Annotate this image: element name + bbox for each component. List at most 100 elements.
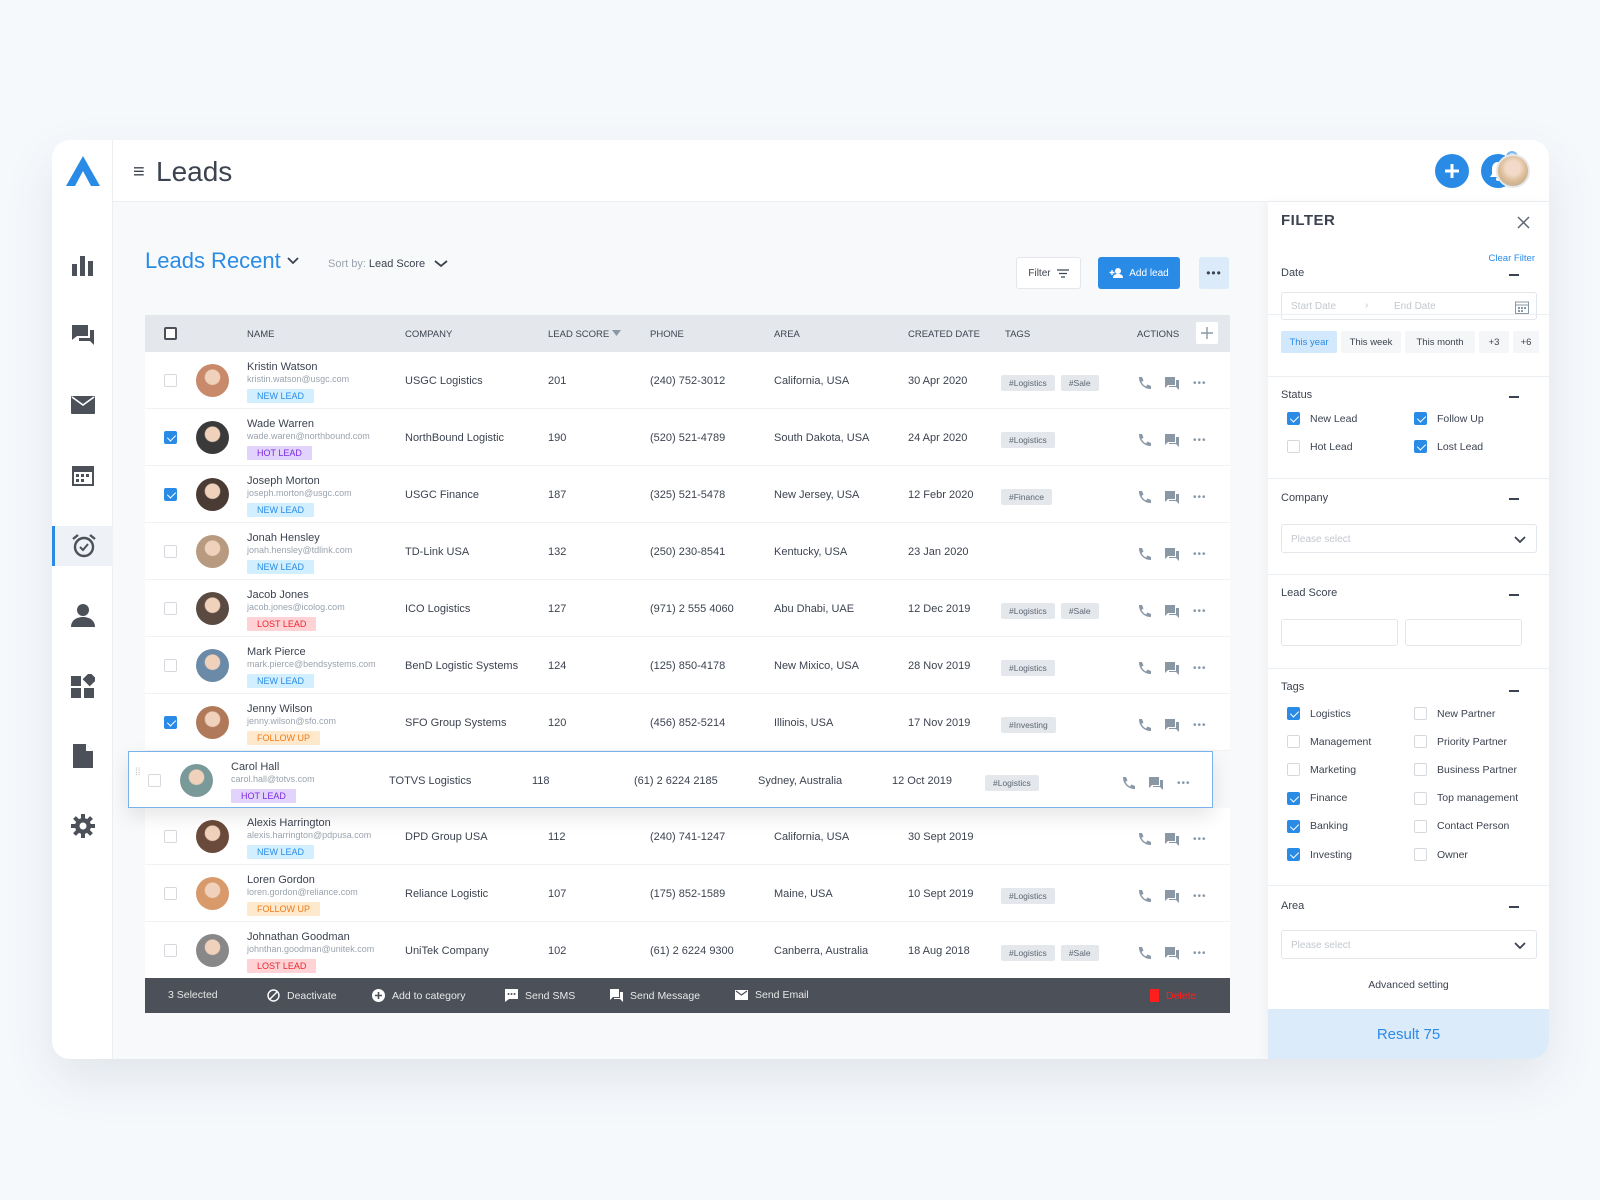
checkbox[interactable] (1414, 440, 1427, 453)
tag-chip[interactable]: #Logistics (1001, 945, 1055, 961)
lead-name[interactable]: Johnathan Goodman (247, 931, 374, 943)
filter-option[interactable]: Management (1287, 735, 1371, 749)
phone-icon[interactable] (1137, 376, 1151, 390)
table-row[interactable]: Jacob Jones jacob.jones@icolog.com LOST … (145, 580, 1230, 637)
checkbox[interactable] (1287, 440, 1300, 453)
menu-icon[interactable]: ≡ (133, 162, 145, 182)
send-sms-button[interactable]: Send SMS (505, 989, 575, 1002)
col-tags[interactable]: TAGS (1005, 329, 1030, 340)
chat-icon[interactable] (1165, 376, 1179, 390)
col-company[interactable]: COMPANY (405, 329, 452, 340)
lead-name-cell[interactable]: Mark Pierce mark.pierce@bendsystems.com … (247, 646, 376, 688)
filter-option[interactable]: Owner (1414, 848, 1468, 861)
send-email-button[interactable]: Send Email (735, 989, 809, 1001)
date-chip[interactable]: This month (1405, 331, 1475, 353)
checkbox[interactable] (1414, 763, 1427, 777)
more-icon[interactable]: ••• (1193, 834, 1207, 845)
lead-name[interactable]: Loren Gordon (247, 874, 358, 886)
delete-button[interactable]: Delete (1150, 989, 1196, 1002)
checkbox[interactable] (1414, 707, 1427, 720)
date-chip[interactable]: This week (1341, 331, 1401, 353)
date-range-input[interactable]: Start Date › End Date (1281, 292, 1537, 320)
filter-option[interactable]: Investing (1287, 848, 1352, 861)
calendar-icon[interactable] (52, 455, 113, 495)
lead-name[interactable]: Jacob Jones (247, 589, 345, 601)
tag-chip[interactable]: #Sale (1060, 603, 1099, 619)
checkbox[interactable] (1287, 848, 1300, 861)
lead-name-cell[interactable]: Jenny Wilson jenny.wilson@sfo.com FOLLOW… (247, 703, 336, 745)
col-lead-score[interactable]: LEAD SCORE (548, 329, 609, 340)
more-icon[interactable]: ••• (1193, 492, 1207, 503)
lead-name-cell[interactable]: Kristin Watson kristin.watson@usgc.com N… (247, 361, 349, 403)
tag-chip[interactable]: #Logistics (1001, 603, 1055, 619)
table-row[interactable]: ⁞⁞ Carol Hall carol.hall@totvs.com HOT L… (128, 751, 1213, 808)
chat-icon[interactable] (52, 315, 113, 355)
row-checkbox[interactable] (164, 830, 177, 843)
collapse-company-icon[interactable] (1509, 498, 1519, 500)
filter-option[interactable]: Marketing (1287, 763, 1356, 777)
more-icon[interactable]: ••• (1193, 891, 1207, 902)
date-chip[interactable]: +3 (1479, 331, 1509, 353)
filter-option[interactable]: New Partner (1414, 707, 1495, 720)
phone-icon[interactable] (1137, 490, 1151, 504)
more-icon[interactable]: ••• (1193, 549, 1207, 560)
alarm-icon[interactable] (52, 526, 113, 566)
table-row[interactable]: Kristin Watson kristin.watson@usgc.com N… (145, 352, 1230, 409)
table-row[interactable]: Mark Pierce mark.pierce@bendsystems.com … (145, 637, 1230, 694)
checkbox[interactable] (1414, 791, 1427, 805)
col-created-date[interactable]: CREATED DATE (908, 329, 980, 340)
table-row[interactable]: Jenny Wilson jenny.wilson@sfo.com FOLLOW… (145, 694, 1230, 751)
advanced-setting-link[interactable]: Advanced setting (1268, 979, 1549, 991)
row-checkbox[interactable] (164, 431, 177, 444)
create-button[interactable] (1435, 154, 1469, 188)
checkbox[interactable] (1414, 735, 1427, 749)
lead-name[interactable]: Alexis Harrington (247, 817, 371, 829)
tag-chip[interactable]: #Sale (1060, 945, 1099, 961)
table-row[interactable]: Johnathan Goodman johnthan.goodman@unite… (145, 922, 1230, 979)
filter-option[interactable]: Hot Lead (1287, 440, 1353, 453)
collapse-status-icon[interactable] (1509, 396, 1519, 398)
phone-icon[interactable] (1137, 661, 1151, 675)
more-icon[interactable]: ••• (1193, 435, 1207, 446)
more-icon[interactable]: ••• (1177, 778, 1191, 789)
lead-name-cell[interactable]: Carol Hall carol.hall@totvs.com HOT LEAD (231, 761, 315, 803)
checkbox[interactable] (1287, 763, 1300, 777)
row-checkbox[interactable] (164, 944, 177, 957)
chat-icon[interactable] (1165, 718, 1179, 732)
gear-icon[interactable] (52, 806, 113, 846)
date-chip[interactable]: +6 (1513, 331, 1539, 353)
chat-icon[interactable] (1165, 661, 1179, 675)
col-name[interactable]: NAME (247, 329, 274, 340)
lead-name-cell[interactable]: Johnathan Goodman johnthan.goodman@unite… (247, 931, 374, 973)
chat-icon[interactable] (1165, 547, 1179, 561)
more-icon[interactable]: ••• (1193, 378, 1207, 389)
clear-filter-link[interactable]: Clear Filter (1489, 253, 1535, 264)
lead-score-min-input[interactable] (1281, 619, 1398, 646)
lead-name-cell[interactable]: Joseph Morton joseph.morton@usgc.com NEW… (247, 475, 352, 517)
area-select[interactable]: Please select (1281, 930, 1537, 959)
checkbox[interactable] (1287, 791, 1300, 805)
row-checkbox[interactable] (164, 545, 177, 558)
collapse-lead-score-icon[interactable] (1509, 594, 1519, 596)
checkbox[interactable] (1414, 412, 1427, 425)
tag-chip[interactable]: #Logistics (1001, 375, 1055, 391)
user-avatar[interactable] (1496, 154, 1530, 188)
phone-icon[interactable] (1137, 946, 1151, 960)
lead-name[interactable]: Wade Warren (247, 418, 370, 430)
row-checkbox[interactable] (164, 488, 177, 501)
phone-icon[interactable] (1137, 433, 1151, 447)
row-checkbox[interactable] (164, 374, 177, 387)
chat-icon[interactable] (1165, 832, 1179, 846)
checkbox[interactable] (1414, 848, 1427, 861)
lead-name-cell[interactable]: Loren Gordon loren.gordon@reliance.com F… (247, 874, 358, 916)
lead-name[interactable]: Jenny Wilson (247, 703, 336, 715)
checkbox[interactable] (1287, 707, 1300, 720)
tag-chip[interactable]: #Logistics (1001, 888, 1055, 904)
chat-icon[interactable] (1165, 946, 1179, 960)
collapse-area-icon[interactable] (1509, 906, 1519, 908)
add-lead-button[interactable]: Add lead (1098, 257, 1180, 289)
checkbox[interactable] (1287, 819, 1300, 833)
tag-chip[interactable]: #Sale (1060, 375, 1099, 391)
table-row[interactable]: Loren Gordon loren.gordon@reliance.com F… (145, 865, 1230, 922)
table-row[interactable]: Joseph Morton joseph.morton@usgc.com NEW… (145, 466, 1230, 523)
